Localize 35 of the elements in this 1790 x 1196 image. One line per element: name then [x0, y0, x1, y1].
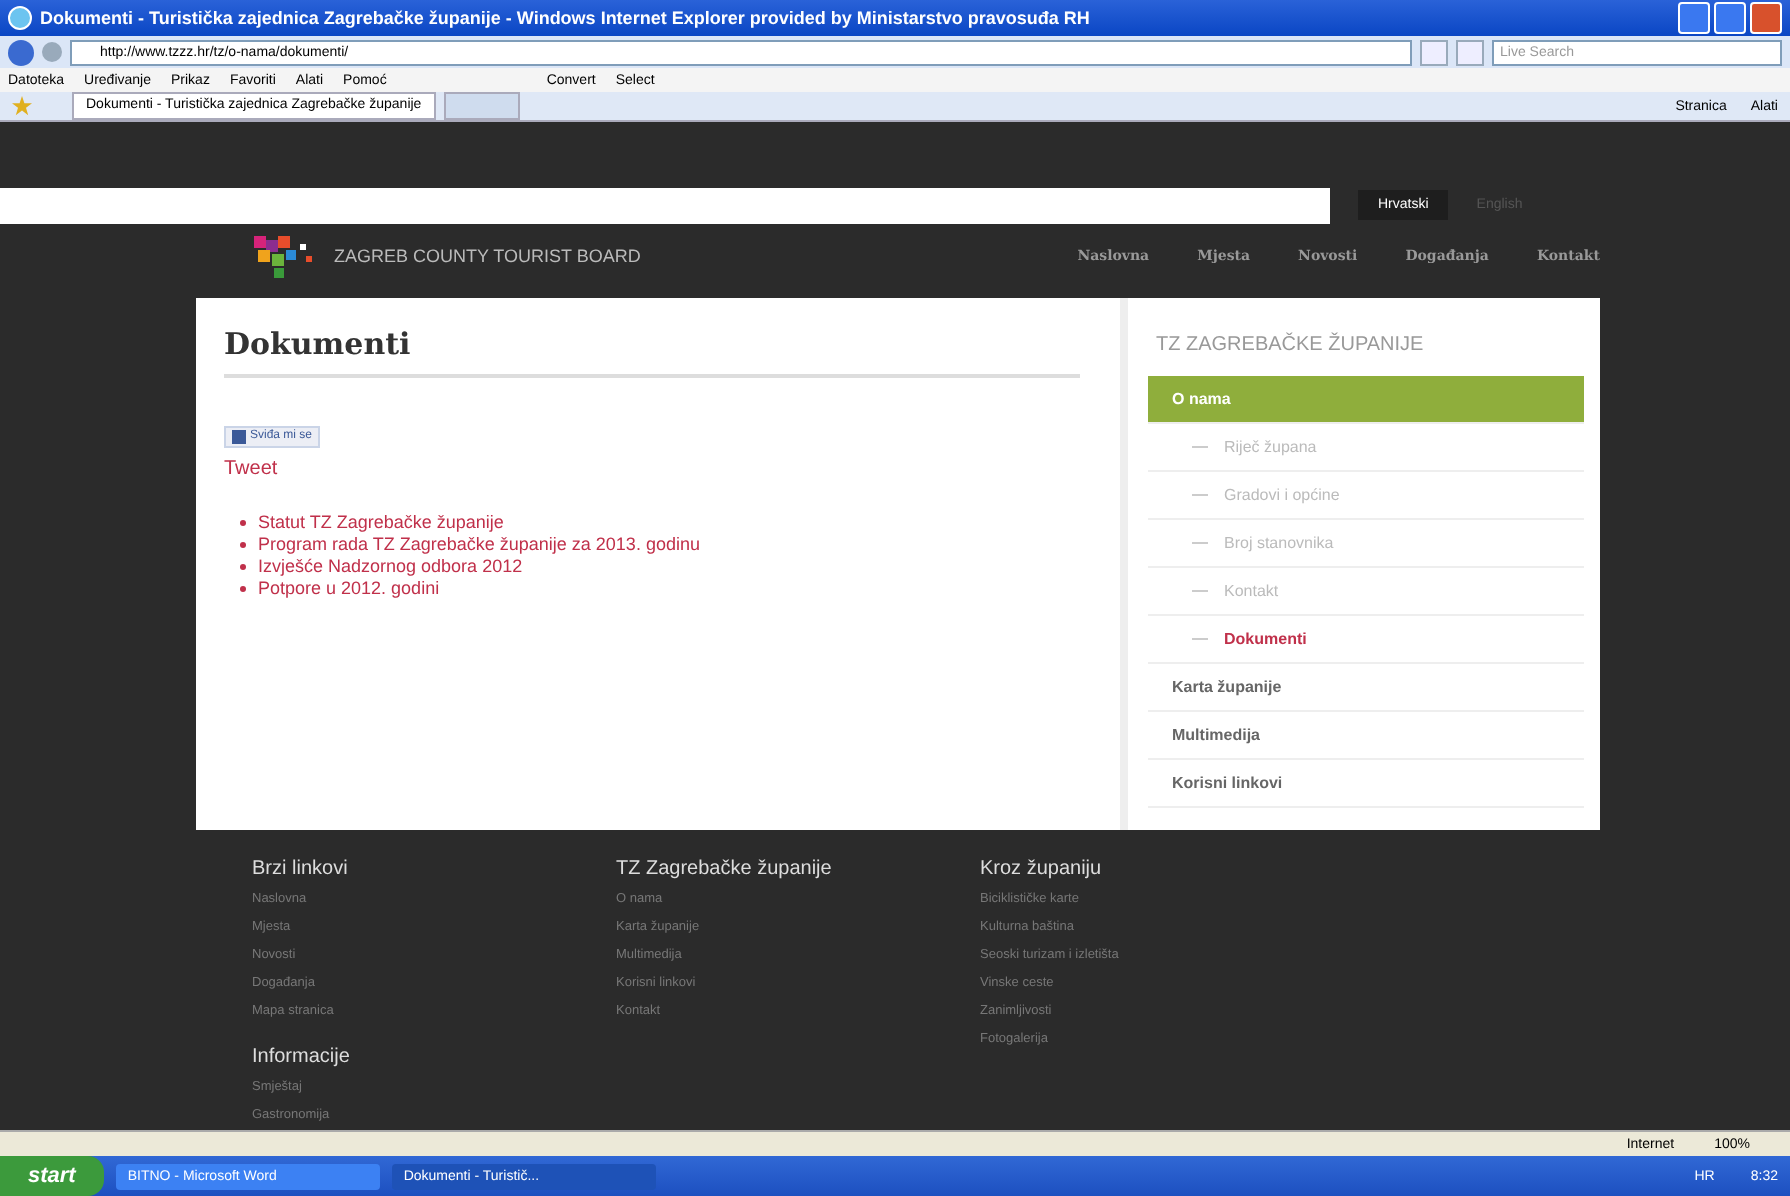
document-link[interactable]: Potpore u 2012. godini [258, 577, 440, 600]
maximize-button[interactable] [1714, 2, 1746, 34]
bullet-icon [240, 519, 246, 526]
close-button[interactable] [1750, 2, 1782, 34]
page-title: Dokumenti [224, 325, 1080, 378]
sidebar-title: TZ ZAGREBAČKE ŽUPANIJE [1154, 330, 1426, 360]
document-link[interactable]: Statut TZ Zagrebačke županije [258, 511, 504, 534]
sidebar-item[interactable]: O nama [1148, 375, 1584, 424]
bullet-icon [240, 563, 246, 570]
sidebar-item[interactable]: Korisni linkovi [1148, 759, 1584, 808]
browser-icon [8, 6, 32, 30]
document-link[interactable]: Izvješće Nadzornog odbora 2012 [258, 555, 523, 578]
footer-heading: Brzi linkovi [252, 858, 348, 880]
sidebar-item[interactable]: Multimedija [1148, 711, 1584, 760]
logo-icon [250, 231, 318, 280]
minimize-button[interactable] [1678, 2, 1710, 34]
tweet-link[interactable]: Tweet [224, 457, 278, 480]
new-tab-button[interactable] [443, 92, 520, 120]
bullet-icon [240, 585, 246, 592]
bullet-icon [240, 541, 246, 548]
footer-heading: Kroz županiju [980, 858, 1102, 880]
refresh-button[interactable] [1420, 39, 1448, 65]
start-button[interactable]: start [0, 1156, 104, 1196]
facebook-icon [232, 429, 246, 444]
back-button[interactable] [8, 39, 34, 65]
sidebar-item[interactable]: Karta županije [1148, 663, 1584, 712]
stop-button[interactable] [1456, 39, 1484, 65]
window-title: Dokumenti - Turistička zajednica Zagrebačke županije - Windows Internet Explorer provided by Ministarstvo pravosuđa RH [40, 8, 1090, 28]
forward-button[interactable] [42, 42, 62, 62]
footer-heading: TZ Zagrebačke županije [616, 858, 832, 880]
favorites-star-icon[interactable] [12, 96, 32, 116]
site-brand: ZAGREB COUNTY TOURIST BOARD [334, 245, 641, 266]
document-link[interactable]: Program rada TZ Zagrebačke županije za 2013. godinu [258, 533, 700, 556]
footer-heading: Informacije [252, 1046, 350, 1068]
sidebar-item[interactable]: Dokumenti [1148, 615, 1584, 664]
